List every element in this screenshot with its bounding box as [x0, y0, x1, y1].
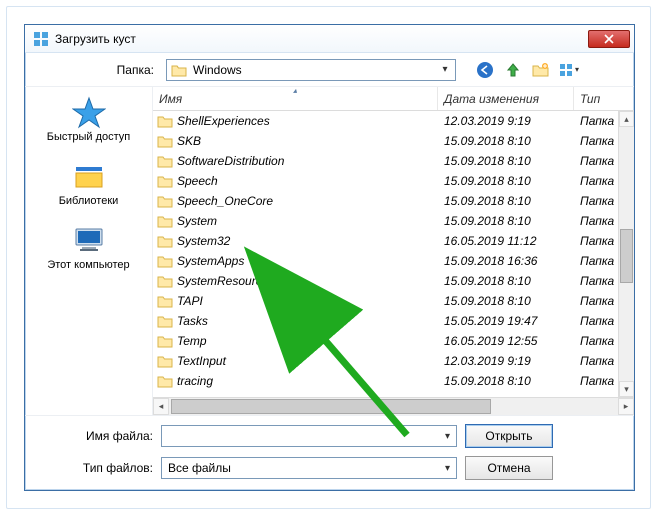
place-quickaccess[interactable]: Быстрый доступ: [25, 95, 152, 143]
up-icon: [505, 62, 521, 78]
list-item[interactable]: Tasks15.05.2019 19:47Папка: [153, 311, 634, 331]
open-file-dialog: Загрузить куст Папка: Windows ▾ ▾: [24, 24, 635, 491]
list-item[interactable]: System15.09.2018 8:10Папка: [153, 211, 634, 231]
scroll-up-icon[interactable]: ▴: [619, 111, 634, 127]
folder-icon: [157, 354, 173, 368]
folder-icon: [157, 254, 173, 268]
folder-icon: [157, 214, 173, 228]
list-item[interactable]: System3216.05.2019 11:12Папка: [153, 231, 634, 251]
computer-icon: [72, 223, 106, 257]
view-icon: [559, 63, 573, 77]
cancel-button[interactable]: Отмена: [465, 456, 553, 480]
list-item[interactable]: tracing15.09.2018 8:10Папка: [153, 371, 634, 391]
scroll-thumb[interactable]: [620, 229, 633, 283]
list-item[interactable]: Speech15.09.2018 8:10Папка: [153, 171, 634, 191]
list-item[interactable]: SystemResources15.09.2018 8:10Папка: [153, 271, 634, 291]
place-libraries[interactable]: Библиотеки: [25, 159, 152, 207]
list-item[interactable]: TAPI15.09.2018 8:10Папка: [153, 291, 634, 311]
scroll-right-icon[interactable]: ▸: [618, 398, 634, 415]
filename-input[interactable]: ▾: [161, 425, 457, 447]
up-button[interactable]: [502, 59, 524, 81]
folder-icon: [157, 154, 173, 168]
chevron-down-icon: ▾: [445, 463, 450, 474]
filename-label: Имя файла:: [35, 429, 153, 443]
view-menu-button[interactable]: ▾: [558, 59, 580, 81]
scroll-down-icon[interactable]: ▾: [619, 381, 634, 397]
folder-icon: [157, 194, 173, 208]
place-thispc[interactable]: Этот компьютер: [25, 223, 152, 271]
list-item[interactable]: SoftwareDistribution15.09.2018 8:10Папка: [153, 151, 634, 171]
folder-icon: [157, 294, 173, 308]
places-bar: Быстрый доступ Библиотеки Этот компьютер: [25, 87, 153, 415]
folder-icon: [157, 374, 173, 388]
folder-icon: [157, 234, 173, 248]
list-item[interactable]: ShellExperiences12.03.2019 9:19Папка: [153, 111, 634, 131]
folder-icon: [157, 134, 173, 148]
file-list: Имя▴ Дата изменения Тип ShellExperiences…: [153, 87, 634, 415]
column-date[interactable]: Дата изменения: [438, 87, 574, 110]
back-icon: [476, 61, 494, 79]
column-type[interactable]: Тип: [574, 87, 634, 110]
star-icon: [72, 95, 106, 129]
folder-icon: [157, 314, 173, 328]
close-button[interactable]: [588, 30, 630, 48]
folder-name: Windows: [193, 63, 433, 77]
scroll-thumb[interactable]: [171, 399, 491, 414]
window-title: Загрузить куст: [55, 32, 588, 46]
sort-asc-icon: ▴: [293, 87, 297, 95]
app-icon: [33, 31, 49, 47]
scroll-left-icon[interactable]: ◂: [153, 398, 169, 415]
vertical-scrollbar[interactable]: ▴ ▾: [618, 111, 634, 397]
folder-icon: [157, 274, 173, 288]
libraries-icon: [72, 159, 106, 193]
list-item[interactable]: TextInput12.03.2019 9:19Папка: [153, 351, 634, 371]
filetype-combo[interactable]: Все файлы ▾: [161, 457, 457, 479]
filetype-label: Тип файлов:: [35, 461, 153, 475]
chevron-down-icon: ▾: [439, 64, 451, 75]
open-button[interactable]: Открыть: [465, 424, 553, 448]
back-button[interactable]: [474, 59, 496, 81]
new-folder-button[interactable]: [530, 59, 552, 81]
folder-icon: [157, 114, 173, 128]
chevron-down-icon: ▾: [575, 65, 579, 74]
chevron-down-icon: ▾: [445, 431, 450, 442]
column-name[interactable]: Имя▴: [153, 87, 438, 110]
folder-icon: [157, 174, 173, 188]
folder-label: Папка:: [35, 63, 160, 77]
list-item[interactable]: SystemApps15.09.2018 16:36Папка: [153, 251, 634, 271]
list-item[interactable]: SKB15.09.2018 8:10Папка: [153, 131, 634, 151]
close-icon: [604, 34, 614, 44]
folder-icon: [171, 63, 187, 77]
folder-icon: [157, 334, 173, 348]
list-item[interactable]: Temp16.05.2019 12:55Папка: [153, 331, 634, 351]
horizontal-scrollbar[interactable]: ◂ ▸: [153, 397, 634, 415]
titlebar: Загрузить куст: [25, 25, 634, 53]
new-folder-icon: [532, 62, 550, 78]
list-item[interactable]: Speech_OneCore15.09.2018 8:10Папка: [153, 191, 634, 211]
folder-combo[interactable]: Windows ▾: [166, 59, 456, 81]
